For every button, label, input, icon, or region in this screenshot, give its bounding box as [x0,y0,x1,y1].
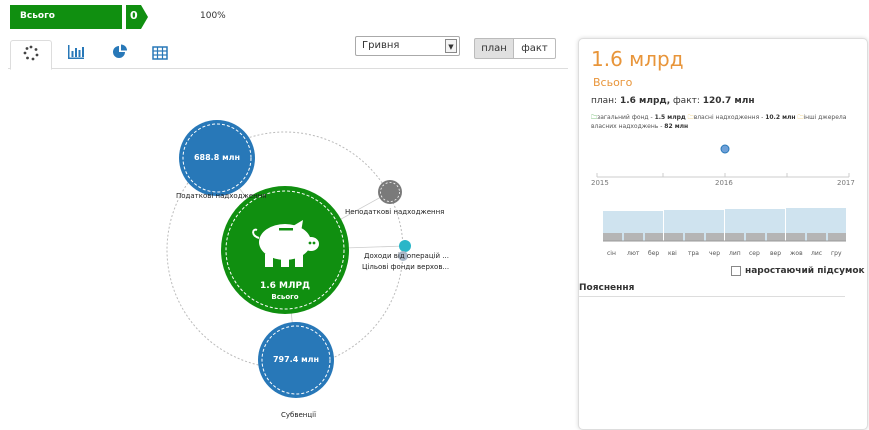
breadcrumb-label: Всього [20,11,55,21]
tab-bubbles[interactable] [10,40,52,70]
fact-button[interactable]: факт [514,38,556,59]
center-bubble-label: Всього [271,293,299,301]
label-subventions: Субвенції [281,411,317,419]
timeline-marker[interactable] [720,144,730,154]
month-label: бер [648,250,660,257]
label-operations-income: Доходи від операцій ... [364,252,449,260]
label-target-funds: Цільові фонди верхов... [362,263,450,271]
fact-label: факт: [672,96,700,106]
label-tax-revenue: Податкові надходження [176,192,267,200]
month-label: сер [749,250,760,257]
month-label: тра [688,250,699,257]
bar-chart-icon [67,44,85,64]
month-label: лют [627,250,640,257]
bubble-tax-revenue-value: 688.8 млн [193,153,240,162]
center-bubble-value: 1.6 МЛРД [259,281,311,291]
chevron-down-icon[interactable]: ▼ [445,39,457,53]
month-label: жов [790,250,803,257]
year-label: 2015 [591,179,609,187]
bubble-operations-income[interactable] [399,240,411,252]
month-label: лип [729,250,741,257]
breadcrumb[interactable]: Всього 0 [10,5,148,29]
legend-value: 1.5 млрд [654,114,686,121]
month-label: вер [770,250,782,257]
timeline-chart [596,144,850,242]
cumulative-label: наростаючий підсумок [745,266,865,276]
year-label: 2017 [837,179,855,187]
label-non-tax-revenue: Неподаткові надходження [345,208,445,216]
tab-bars[interactable] [56,40,96,68]
bubble-subventions-value: 797.4 млн [272,355,319,364]
month-label: кві [668,250,677,257]
currency-select[interactable]: Гривня ▼ [355,36,460,56]
panel-title: 1.6 млрд [591,47,684,71]
month-label: гру [831,250,842,257]
legend-value: 82 млн [664,123,689,130]
panel-subtitle: Всього [593,76,633,89]
bubble-chart [166,120,411,398]
legend-value: 10.2 млн [765,114,796,121]
cumulative-checkbox[interactable] [731,266,741,276]
tab-pie[interactable] [100,40,140,68]
legend-label: власні надходження - [693,114,764,121]
breadcrumb-count: 0 [130,9,138,22]
panel-plan-fact: план: 1.6 млрд, факт: 120.7 млн [591,96,755,106]
currency-select-value: Гривня [362,40,400,51]
fact-value: 120.7 млн [702,96,755,106]
cumulative-toggle[interactable]: наростаючий підсумок [731,266,865,276]
month-label: чер [709,250,721,257]
breadcrumb-percent: 100% [200,11,226,21]
month-label: сін [607,250,616,257]
table-icon [152,45,168,64]
tab-table[interactable] [140,40,180,68]
bubble-non-tax-revenue[interactable] [378,180,402,204]
fund-legend: 🗀загальний фонд - 1.5 млрд 🗀власні надхо… [591,113,861,131]
legend-label: загальний фонд - [597,114,653,121]
year-label: 2016 [715,179,733,187]
explanation-heading: Пояснення [579,283,845,297]
month-label: лис [811,250,823,257]
pie-chart-icon [112,44,128,64]
plan-label: план: [591,96,618,106]
plan-value: 1.6 млрд, [619,96,671,106]
info-panel: 1.6 млрд Всього план: 1.6 млрд, факт: 12… [578,38,868,430]
bubble-chart-icon [23,45,39,65]
plan-button[interactable]: план [474,38,514,59]
month-bars [603,233,846,241]
